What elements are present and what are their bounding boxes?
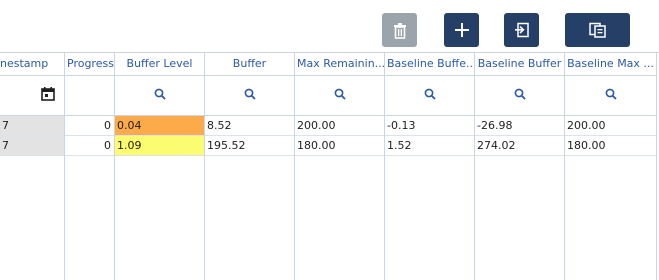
calendar-icon[interactable] bbox=[41, 87, 55, 104]
cell-progress[interactable]: 0 bbox=[65, 136, 114, 156]
add-button[interactable] bbox=[444, 13, 479, 47]
column-header-baseline-max[interactable]: Baseline Max ... bbox=[565, 52, 656, 76]
cell-progress[interactable]: 0 bbox=[65, 116, 114, 136]
column-header-buffer[interactable]: Buffer bbox=[205, 52, 294, 76]
column-timestamp: nestamp 7 7 bbox=[0, 52, 65, 280]
column-progress: Progress 0 0 bbox=[65, 52, 115, 280]
plus-icon bbox=[454, 22, 470, 38]
toolbar bbox=[0, 0, 659, 53]
column-baseline-buffer: Baseline Buffer -26.98 274.02 bbox=[475, 52, 565, 280]
search-icon[interactable] bbox=[334, 88, 346, 103]
import-button[interactable] bbox=[504, 13, 539, 47]
cell-max-remaining[interactable]: 200.00 bbox=[295, 116, 384, 136]
search-icon[interactable] bbox=[154, 88, 166, 103]
search-icon[interactable] bbox=[605, 88, 617, 103]
trash-icon bbox=[392, 21, 408, 39]
filter-cell-buffer[interactable] bbox=[205, 76, 294, 116]
cell-buffer[interactable]: 195.52 bbox=[205, 136, 294, 156]
column-header-progress[interactable]: Progress bbox=[65, 52, 114, 76]
delete-button[interactable] bbox=[382, 13, 417, 47]
column-baseline-max: Baseline Max ... 200.00 180.00 bbox=[565, 52, 657, 280]
column-buffer: Buffer 8.52 195.52 bbox=[205, 52, 295, 280]
cell-baseline-buffer[interactable]: -26.98 bbox=[475, 116, 564, 136]
column-header-buffer-level[interactable]: Buffer Level bbox=[115, 52, 204, 76]
column-header-baseline-buffer[interactable]: Baseline Buffer bbox=[475, 52, 564, 76]
column-baseline-buffer-level: Baseline Buffe... -0.13 1.52 bbox=[385, 52, 475, 280]
filter-cell-progress[interactable] bbox=[65, 76, 114, 116]
copy-button[interactable] bbox=[565, 13, 630, 47]
cell-baseline-max[interactable]: 200.00 bbox=[565, 116, 656, 136]
filter-cell-timestamp[interactable] bbox=[0, 76, 64, 116]
import-icon bbox=[514, 22, 530, 38]
search-icon[interactable] bbox=[514, 88, 526, 103]
filter-cell-baseline-buffer-level[interactable] bbox=[385, 76, 474, 116]
copy-icon bbox=[588, 22, 607, 38]
cell-buffer-level[interactable]: 1.09 bbox=[115, 136, 204, 156]
cell-baseline-buffer-level[interactable]: 1.52 bbox=[385, 136, 474, 156]
filter-cell-buffer-level[interactable] bbox=[115, 76, 204, 116]
search-icon[interactable] bbox=[244, 88, 256, 103]
data-grid: nestamp 7 7 Progress 0 0 Buffer Level 0.… bbox=[0, 52, 659, 280]
filter-cell-baseline-buffer[interactable] bbox=[475, 76, 564, 116]
column-max-remaining: Max Remainin... 200.00 180.00 bbox=[295, 52, 385, 280]
cell-timestamp[interactable]: 7 bbox=[0, 136, 64, 156]
filter-cell-max-remaining[interactable] bbox=[295, 76, 384, 116]
cell-baseline-buffer[interactable]: 274.02 bbox=[475, 136, 564, 156]
column-buffer-level: Buffer Level 0.04 1.09 bbox=[115, 52, 205, 280]
column-header-baseline-buffer-level[interactable]: Baseline Buffe... bbox=[385, 52, 474, 76]
filter-cell-baseline-max[interactable] bbox=[565, 76, 656, 116]
cell-buffer[interactable]: 8.52 bbox=[205, 116, 294, 136]
column-header-max-remaining[interactable]: Max Remainin... bbox=[295, 52, 384, 76]
cell-baseline-max[interactable]: 180.00 bbox=[565, 136, 656, 156]
cell-timestamp[interactable]: 7 bbox=[0, 116, 64, 136]
cell-baseline-buffer-level[interactable]: -0.13 bbox=[385, 116, 474, 136]
column-header-timestamp[interactable]: nestamp bbox=[0, 52, 64, 76]
cell-max-remaining[interactable]: 180.00 bbox=[295, 136, 384, 156]
search-icon[interactable] bbox=[424, 88, 436, 103]
cell-buffer-level[interactable]: 0.04 bbox=[115, 116, 204, 136]
